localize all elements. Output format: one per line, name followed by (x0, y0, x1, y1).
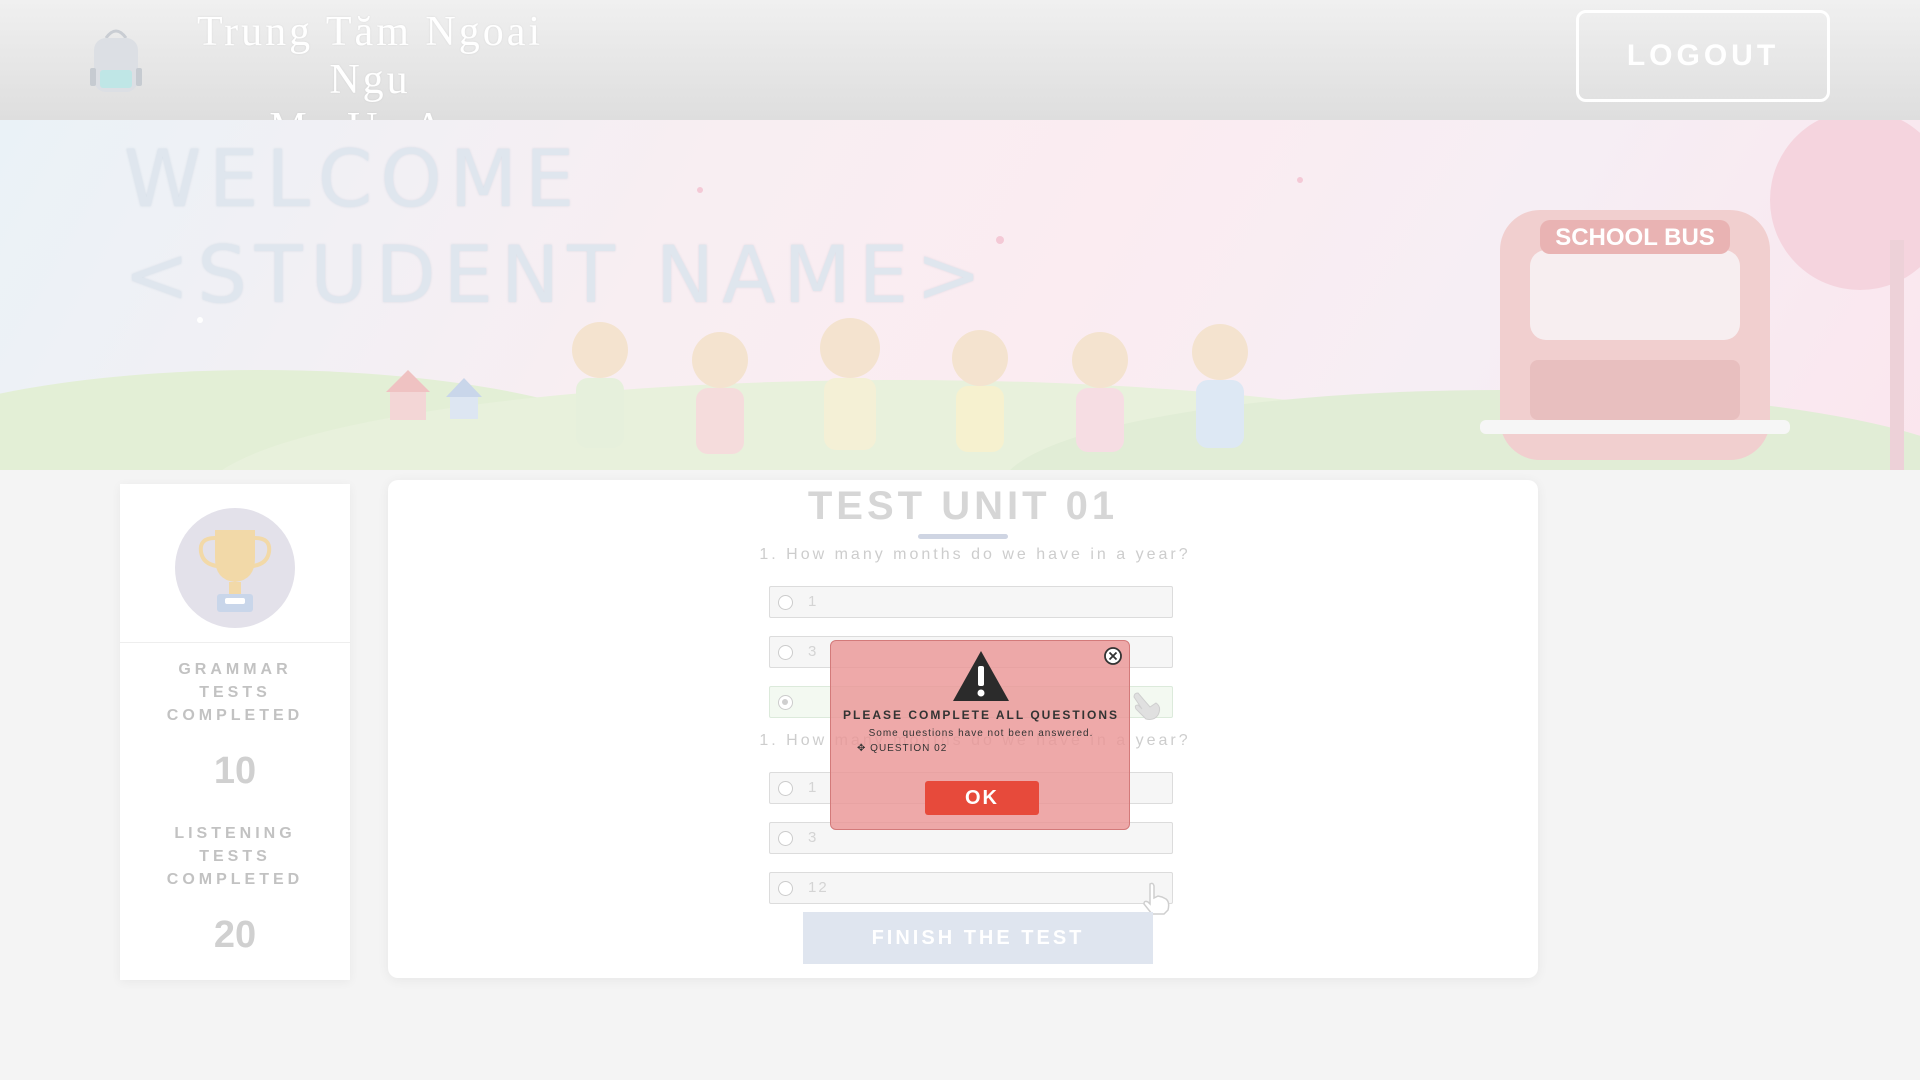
welcome-banner: SCHOOL BUS WELCOME <STUDENT NAME> (0, 120, 1920, 470)
listening-tests-label: LISTENING TESTS COMPLETED (120, 822, 350, 891)
test-title: TEST UNIT 01 (807, 484, 1119, 528)
radio-button[interactable] (778, 645, 793, 660)
listening-label-line: TESTS (199, 848, 271, 865)
welcome-heading: WELCOME <STUDENT NAME> (124, 132, 989, 324)
radio-button[interactable] (778, 595, 793, 610)
title-underline (918, 534, 1008, 539)
grammar-label-line: COMPLETED (166, 707, 304, 724)
option-label: 12 (808, 879, 829, 896)
incomplete-warning-dialog: PLEASE COMPLETE ALL QUESTIONS Some quest… (830, 640, 1130, 830)
top-header: Trung Tăm Ngoai Ngu My Uc Au LOGOUT (0, 0, 1920, 151)
grammar-tests-count: 10 (213, 750, 257, 792)
radio-button[interactable] (778, 781, 793, 796)
option-label: 1 (808, 779, 819, 796)
radio-button[interactable] (778, 831, 793, 846)
finish-test-button[interactable]: FINISH THE TEST (803, 912, 1153, 964)
trophy-icon (198, 530, 272, 612)
logout-button[interactable]: LOGOUT (1576, 10, 1830, 102)
welcome-line-1: WELCOME (124, 135, 583, 225)
dialog-message: Some questions have not been answered. (868, 728, 1094, 739)
radio-button[interactable] (778, 695, 793, 710)
listening-label-line: LISTENING (174, 825, 296, 842)
bus-sign-text: SCHOOL BUS (1555, 224, 1715, 251)
pointer-hand-icon (1133, 692, 1161, 720)
unanswered-question-label: QUESTION 02 (870, 743, 948, 754)
brand-line-1: Trung Tăm Ngoai Ngu (196, 9, 543, 103)
close-circle-icon[interactable] (1103, 646, 1123, 666)
answer-option[interactable]: 1 (769, 586, 1173, 618)
grammar-label-line: GRAMMAR (178, 661, 292, 678)
listening-label-line: COMPLETED (166, 871, 304, 888)
backpack-icon (90, 29, 142, 92)
avatar (175, 508, 295, 628)
question-text: 1. How many months do we have in a year? (759, 546, 1191, 563)
sidebar-divider (120, 642, 350, 643)
bullet-icon: ✥ (857, 743, 871, 754)
unanswered-question-item: ✥ QUESTION 02 (857, 743, 947, 754)
radio-button[interactable] (778, 881, 793, 896)
grammar-tests-label: GRAMMAR TESTS COMPLETED (120, 658, 350, 727)
option-label: 3 (808, 643, 819, 660)
warning-icon (953, 651, 1009, 701)
dialog-title: PLEASE COMPLETE ALL QUESTIONS (842, 708, 1120, 722)
grammar-label-line: TESTS (199, 684, 271, 701)
listening-tests-count: 20 (213, 914, 257, 956)
ok-button[interactable]: OK (925, 781, 1039, 815)
hand-cursor-icon (1143, 882, 1170, 915)
stats-sidebar: GRAMMAR TESTS COMPLETED 10 LISTENING TES… (120, 484, 350, 980)
student-name: <STUDENT NAME> (124, 231, 990, 321)
option-label: 3 (808, 829, 819, 846)
option-label: 1 (808, 593, 819, 610)
answer-option[interactable]: 12 (769, 872, 1173, 904)
